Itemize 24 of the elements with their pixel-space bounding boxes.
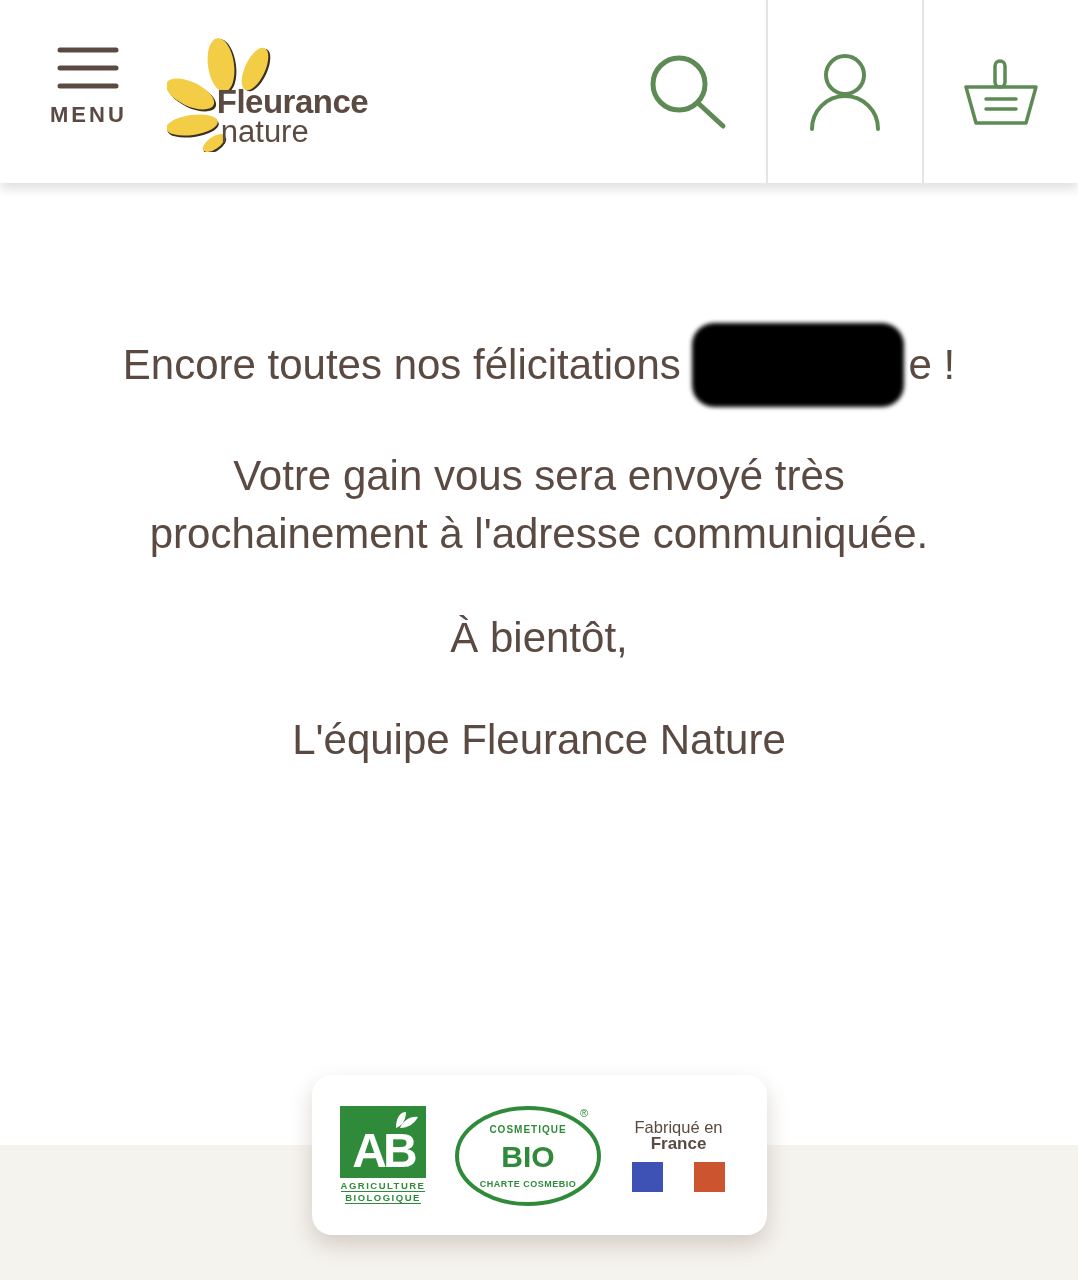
logo-subtitle: nature: [220, 117, 310, 147]
search-icon: [649, 53, 727, 130]
logo-letters: AB: [352, 1124, 414, 1178]
flag-icon: [632, 1162, 725, 1192]
user-icon: [809, 52, 881, 131]
message-text: L'équipe Fleurance Nature: [292, 715, 786, 765]
menu-button[interactable]: MENU: [50, 46, 127, 128]
greeting-text: Encore toutes nos félicitations: [122, 340, 681, 390]
logo-link[interactable]: Fleurance nature: [166, 35, 369, 152]
label-text: CHARTE COSMEBIO: [479, 1179, 577, 1189]
label-text: AGRICULTURE: [340, 1180, 426, 1192]
message-text: Votre gain vous sera envoyé très prochainement à l'adresse communiquée.: [148, 451, 930, 559]
origin-text: Fabriqué en: [634, 1118, 723, 1136]
registered-mark: ®: [580, 1107, 589, 1119]
logo-wordmark: Fleurance: [216, 86, 369, 118]
label-text: BIOLOGIQUE: [345, 1192, 421, 1204]
message-text: À bientôt,: [450, 613, 628, 663]
leaf-icon: [394, 1110, 420, 1130]
greeting-ending: e !: [908, 340, 956, 390]
basket-icon: [964, 58, 1038, 125]
logo-letters: BIO: [501, 1140, 555, 1173]
origin-text: France: [650, 1136, 707, 1152]
menu-icon: [57, 46, 120, 90]
label-text: COSMETIQUE: [489, 1124, 567, 1135]
